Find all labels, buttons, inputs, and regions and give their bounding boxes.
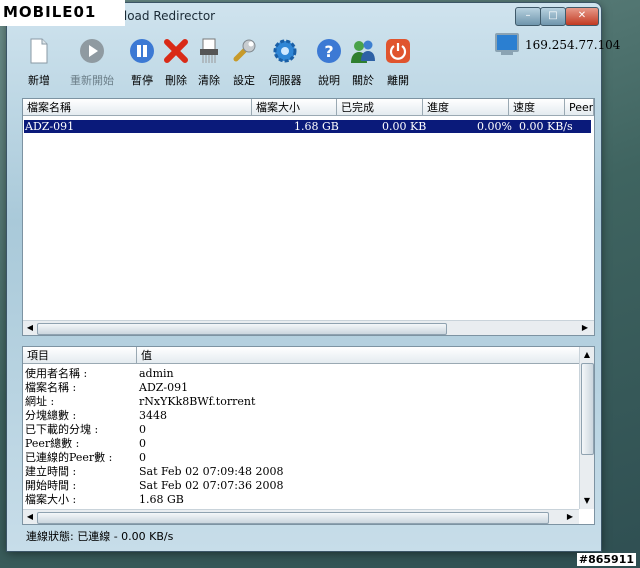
cell-speed: 0.00 KB/s: [519, 120, 573, 133]
restart-button[interactable]: 重新開始: [67, 33, 117, 88]
settings-button[interactable]: 設定: [226, 33, 262, 88]
detail-value: 0: [139, 423, 146, 436]
scroll-left-arrow-icon[interactable]: ◀: [24, 322, 36, 334]
detail-value: 3448: [139, 409, 167, 422]
scroll-right-arrow-icon[interactable]: ▶: [579, 322, 591, 334]
site-logo: MOBILE01: [0, 0, 125, 26]
power-icon: [384, 37, 412, 65]
scroll-thumb[interactable]: [581, 363, 594, 455]
column-header-value[interactable]: 值: [137, 347, 580, 364]
vertical-scrollbar[interactable]: ▲ ▼: [579, 347, 594, 509]
add-button[interactable]: 新增: [21, 33, 57, 88]
detail-key: 建立時間 :: [25, 465, 77, 478]
column-header-completed[interactable]: 已完成: [337, 99, 423, 116]
detail-key: 檔案名稱 :: [25, 381, 77, 394]
red-x-icon: [162, 37, 190, 65]
shredder-icon: [195, 37, 223, 65]
server-connection: 169.254.77.104: [495, 33, 620, 69]
help-button[interactable]: ? 說明: [311, 33, 347, 88]
about-button[interactable]: 關於: [345, 33, 381, 88]
close-button[interactable]: ✕: [565, 7, 599, 26]
gear-icon: [271, 37, 299, 65]
status-bar: 連線狀態: 已連線 - 0.00 KB/s: [22, 527, 593, 547]
detail-key: 已連線的Peer數 :: [25, 451, 113, 464]
detail-value: rNxYKk8BWf.torrent: [139, 395, 256, 408]
wrench-icon: [230, 37, 258, 65]
detail-value: 0: [139, 437, 146, 450]
detail-key: Peer總數 :: [25, 437, 80, 450]
svg-text:?: ?: [324, 42, 333, 61]
delete-button[interactable]: 刪除: [158, 33, 194, 88]
scroll-thumb[interactable]: [37, 323, 447, 335]
scroll-right-arrow-icon[interactable]: ▶: [564, 511, 576, 523]
minimize-button[interactable]: –: [515, 7, 541, 26]
detail-value: ADZ-091: [139, 381, 189, 394]
detail-value: Sat Feb 02 07:07:36 2008: [139, 479, 284, 492]
detail-value: 0: [139, 451, 146, 464]
settings-label: 設定: [233, 74, 255, 87]
column-header-progress[interactable]: 進度: [423, 99, 509, 116]
detail-key: 檔案大小 :: [25, 493, 77, 506]
cell-filename: ADZ-091: [25, 120, 75, 133]
column-header-speed[interactable]: 速度: [509, 99, 565, 116]
new-document-icon: [25, 37, 53, 65]
cell-progress: 0.00%: [477, 120, 512, 133]
detail-key: 開始時間 :: [25, 479, 77, 492]
detail-key: 已下載的分塊 :: [25, 423, 99, 436]
watermark: #865911: [576, 553, 636, 566]
about-label: 關於: [352, 74, 374, 87]
clear-button[interactable]: 清除: [191, 33, 227, 88]
add-label: 新增: [28, 74, 50, 87]
scroll-up-arrow-icon[interactable]: ▲: [581, 349, 593, 361]
detail-value: Sat Feb 02 07:09:48 2008: [139, 465, 284, 478]
pause-label: 暫停: [131, 74, 153, 87]
column-header-peers[interactable]: Peers: [565, 99, 594, 116]
pause-icon: [128, 37, 156, 65]
maximize-button[interactable]: □: [540, 7, 566, 26]
detail-key: 使用者名稱 :: [25, 367, 88, 380]
cell-filesize: 1.68 GB: [294, 120, 339, 133]
column-header-filesize[interactable]: 檔案大小: [252, 99, 337, 116]
column-header-item[interactable]: 項目: [23, 347, 137, 364]
detail-key: 網址 :: [25, 395, 55, 408]
scroll-thumb[interactable]: [37, 512, 549, 524]
cell-completed: 0.00 KB: [382, 120, 427, 133]
horizontal-scrollbar[interactable]: ◀ ▶: [23, 509, 579, 524]
detail-value: admin: [139, 367, 174, 380]
column-header-filename[interactable]: 檔案名稱: [23, 99, 252, 116]
restart-label: 重新開始: [70, 74, 114, 87]
server-ip: 169.254.77.104: [525, 38, 621, 52]
users-icon: [349, 37, 377, 65]
table-row[interactable]: ADZ-091 1.68 GB 0.00 KB 0.00% 0.00 KB/s: [24, 120, 591, 133]
scroll-left-arrow-icon[interactable]: ◀: [24, 511, 36, 523]
detail-key: 分塊總數 :: [25, 409, 77, 422]
monitor-icon: [495, 33, 519, 52]
details-list[interactable]: 項目 值 使用者名稱 : admin 檔案名稱 : ADZ-091 網址 : rNxY…: [22, 346, 595, 525]
help-icon: ?: [315, 37, 343, 65]
detail-value: 1.68 GB: [139, 493, 184, 506]
delete-label: 刪除: [165, 74, 187, 87]
app-window: Synology Download Redirector – □ ✕ 新增 重新…: [7, 3, 620, 551]
pause-button[interactable]: 暫停: [124, 33, 160, 88]
download-list[interactable]: 檔案名稱 檔案大小 已完成 進度 速度 Peers ADZ-091 1.68 G…: [22, 98, 595, 336]
exit-button[interactable]: 離開: [380, 33, 416, 88]
horizontal-scrollbar[interactable]: ◀ ▶: [23, 320, 594, 335]
server-button[interactable]: 伺服器: [262, 33, 308, 88]
clear-label: 清除: [198, 74, 220, 87]
server-label: 伺服器: [268, 74, 302, 87]
play-icon: [78, 37, 106, 65]
help-label: 說明: [318, 74, 340, 87]
exit-label: 離開: [387, 74, 409, 87]
scroll-down-arrow-icon[interactable]: ▼: [581, 495, 593, 507]
connection-status: 連線狀態: 已連線 - 0.00 KB/s: [26, 530, 174, 543]
